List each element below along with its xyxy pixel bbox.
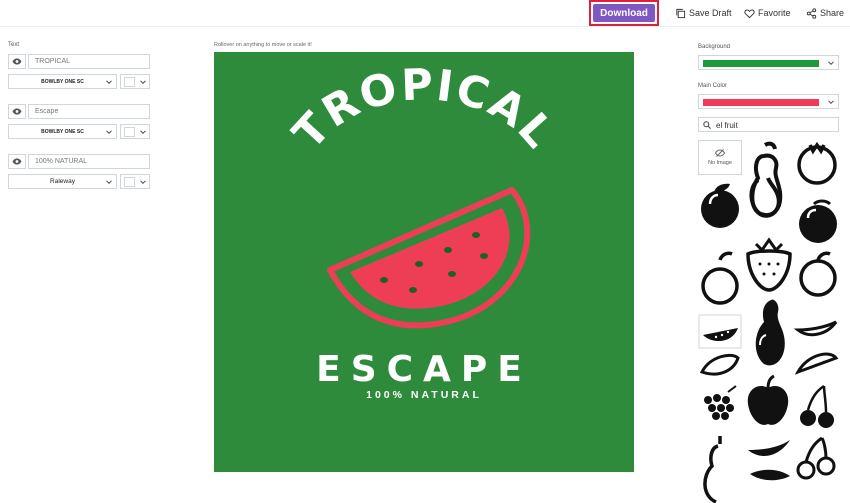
main-color-label: Main Color — [698, 83, 728, 89]
eye-icon — [12, 158, 22, 165]
mango-icon[interactable] — [749, 177, 781, 218]
visibility-toggle[interactable] — [8, 154, 26, 169]
font-select-value: BOWLBY ONE SC — [41, 78, 84, 85]
favorite-button[interactable]: Favorite — [744, 6, 791, 20]
logo-tagline[interactable]: 100% NATURAL — [366, 389, 482, 401]
copy-icon — [676, 8, 686, 18]
background-color-select[interactable] — [698, 55, 839, 70]
pear-solid-icon[interactable] — [755, 290, 785, 366]
apricot-outline-icon[interactable] — [799, 251, 837, 297]
banana-icon[interactable] — [748, 440, 790, 481]
font-select[interactable]: BOWLBY ONE SC — [8, 124, 117, 139]
logo-artwork: TROPICAL ESCAPE 100% NATURAL — [284, 60, 565, 401]
heart-icon — [744, 8, 755, 18]
icon-grid — [698, 141, 839, 503]
eye-icon — [12, 58, 22, 65]
font-select[interactable]: BOWLBY ONE SC — [8, 74, 117, 89]
chevron-down-icon — [140, 130, 146, 135]
share-button[interactable]: Share — [806, 6, 844, 20]
save-draft-label: Save Draft — [689, 8, 732, 18]
download-button[interactable]: Download — [593, 4, 655, 22]
mango-small-icon[interactable] — [699, 353, 740, 376]
visibility-toggle[interactable] — [8, 104, 26, 119]
main-color-select[interactable] — [698, 94, 839, 109]
background-label: Background — [698, 44, 731, 50]
peach-icon[interactable] — [701, 183, 739, 228]
logo-subtitle[interactable]: ESCAPE — [316, 349, 532, 390]
search-icon — [703, 121, 711, 129]
share-label: Share — [820, 8, 845, 18]
save-draft-button[interactable]: Save Draft — [675, 6, 732, 20]
cherries-outline-icon[interactable] — [796, 436, 836, 480]
chevron-down-icon — [106, 80, 112, 85]
logo-title[interactable]: TROPICAL — [284, 60, 565, 159]
text-color-picker[interactable] — [120, 124, 150, 139]
search-value: el fruit — [716, 121, 738, 130]
eye-icon — [12, 108, 22, 115]
chevron-down-icon — [106, 180, 112, 185]
chevron-down-icon — [140, 180, 146, 185]
main-color-bar — [703, 99, 819, 106]
chevron-down-icon — [828, 100, 834, 105]
logo-title-path: TROPICAL — [284, 60, 563, 159]
watermelon-logo-icon[interactable] — [327, 187, 531, 329]
font-select[interactable]: Raleway — [8, 174, 117, 189]
pomegranate-icon[interactable] — [797, 141, 837, 185]
text-input[interactable]: 100% NATURAL — [28, 154, 150, 169]
grapes-icon[interactable] — [704, 385, 737, 420]
color-swatch — [124, 127, 135, 137]
apricot-icon[interactable] — [701, 251, 739, 305]
text-color-picker[interactable] — [120, 74, 150, 89]
strawberry-icon[interactable] — [746, 237, 792, 292]
top-toolbar: Download Save Draft Favorite Share — [0, 0, 850, 27]
color-swatch — [124, 177, 135, 187]
pear-outline-icon[interactable] — [703, 436, 722, 503]
chevron-down-icon — [106, 130, 112, 135]
chevron-down-icon — [140, 80, 146, 85]
download-highlight: Download — [589, 0, 659, 26]
visibility-toggle[interactable] — [8, 54, 26, 69]
text-section-label: Text — [8, 42, 20, 48]
canvas-hint: Rollover on anything to move or scale it… — [214, 42, 312, 48]
apple-solid-icon[interactable] — [747, 374, 789, 425]
apple-icon[interactable] — [799, 199, 837, 243]
icon-search-input[interactable]: el fruit — [698, 117, 839, 132]
watermelon-icon[interactable] — [703, 328, 738, 342]
favorite-label: Favorite — [758, 8, 791, 18]
cherries-icon[interactable] — [800, 384, 834, 428]
background-color-bar — [703, 60, 819, 67]
text-color-picker[interactable] — [120, 174, 150, 189]
color-swatch — [124, 77, 135, 87]
watermelon-slice-icon[interactable] — [794, 352, 839, 375]
design-canvas[interactable]: TROPICAL ESCAPE 100% NATURAL — [214, 52, 634, 472]
chevron-down-icon — [828, 61, 834, 66]
banana-outline-icon[interactable] — [793, 320, 838, 337]
share-icon — [806, 7, 817, 19]
text-input[interactable]: Escape — [28, 104, 150, 119]
font-select-value: Raleway — [50, 178, 75, 185]
text-input[interactable]: TROPICAL — [28, 54, 150, 69]
font-select-value: BOWLBY ONE SC — [41, 128, 84, 135]
